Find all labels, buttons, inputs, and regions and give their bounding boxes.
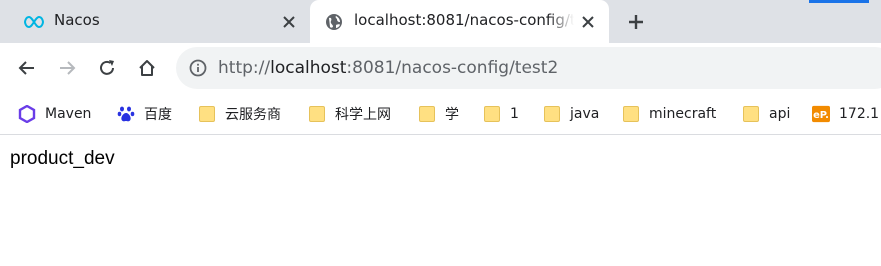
folder-icon — [483, 105, 501, 123]
bookmark-label: Maven — [45, 106, 92, 122]
tab-localhost-active[interactable]: localhost:8081/nacos-config/test2 — [310, 0, 609, 43]
bookmark-label: api — [769, 106, 791, 122]
tab-title: localhost:8081/nacos-config/test2 — [354, 11, 574, 29]
bookmark-label: 云服务商 — [225, 107, 281, 123]
url-host: localhost — [270, 58, 347, 78]
bookmark-folder[interactable]: java — [543, 103, 599, 125]
url-scheme: http:// — [218, 58, 271, 78]
new-tab-plus-icon[interactable] — [624, 10, 648, 34]
infinity-icon — [24, 12, 44, 32]
bookmarks-bar: Maven 百度 云服务商 科学上网 学 1 java minecraft ap… — [0, 93, 881, 135]
folder-icon — [418, 105, 436, 123]
tab-strip: Nacos localhost:8081/nacos-config/test2 — [0, 0, 881, 43]
profile-accent-bar — [809, 0, 869, 3]
folder-icon — [742, 105, 760, 123]
close-icon[interactable] — [280, 13, 298, 31]
bookmark-label: 科学上网 — [335, 107, 391, 123]
toolbar: http://localhost:8081/nacos-config/test2 — [0, 43, 881, 93]
bookmark-folder[interactable]: 学 — [418, 103, 459, 125]
bookmark-baidu[interactable]: 百度 — [117, 103, 172, 125]
browser-window: Nacos localhost:8081/nacos-config/test2 — [0, 0, 881, 266]
info-icon[interactable] — [188, 58, 208, 78]
url-path: :8081/nacos-config/test2 — [346, 58, 559, 78]
bookmark-folder[interactable]: 云服务商 — [198, 103, 281, 125]
page-body-text: product_dev — [10, 148, 115, 169]
globe-icon — [324, 12, 344, 32]
bookmark-label: 学 — [445, 107, 459, 123]
svg-text:eP.: eP. — [813, 110, 829, 121]
bookmark-label: 1 — [510, 106, 519, 122]
reload-icon[interactable] — [95, 56, 119, 80]
bookmark-maven[interactable]: Maven — [18, 103, 91, 125]
baidu-paw-icon — [117, 105, 135, 123]
close-icon[interactable] — [579, 13, 597, 31]
ep-icon: eP. — [812, 105, 830, 123]
page-content: product_dev — [0, 136, 881, 266]
bookmark-ep[interactable]: eP. 172.1 — [812, 103, 879, 125]
folder-icon — [543, 105, 561, 123]
folder-icon — [198, 105, 216, 123]
bookmark-label: 百度 — [144, 107, 172, 123]
back-arrow-icon[interactable] — [15, 56, 39, 80]
bookmark-label: minecraft — [649, 106, 717, 122]
tab-title: Nacos — [54, 11, 100, 29]
bookmark-label: 172.1 — [839, 106, 880, 122]
bookmark-folder[interactable]: 1 — [483, 103, 519, 125]
bookmark-folder[interactable]: api — [742, 103, 790, 125]
url-text[interactable]: http://localhost:8081/nacos-config/test2 — [218, 58, 558, 78]
address-bar[interactable]: http://localhost:8081/nacos-config/test2 — [176, 47, 881, 89]
maven-hexagon-icon — [18, 105, 36, 123]
bookmark-folder[interactable]: 科学上网 — [308, 103, 391, 125]
bookmark-label: java — [570, 106, 600, 122]
tab-nacos[interactable]: Nacos — [10, 0, 310, 43]
folder-icon — [622, 105, 640, 123]
forward-arrow-icon[interactable] — [55, 56, 79, 80]
folder-icon — [308, 105, 326, 123]
home-icon[interactable] — [135, 56, 159, 80]
bookmark-folder[interactable]: minecraft — [622, 103, 716, 125]
